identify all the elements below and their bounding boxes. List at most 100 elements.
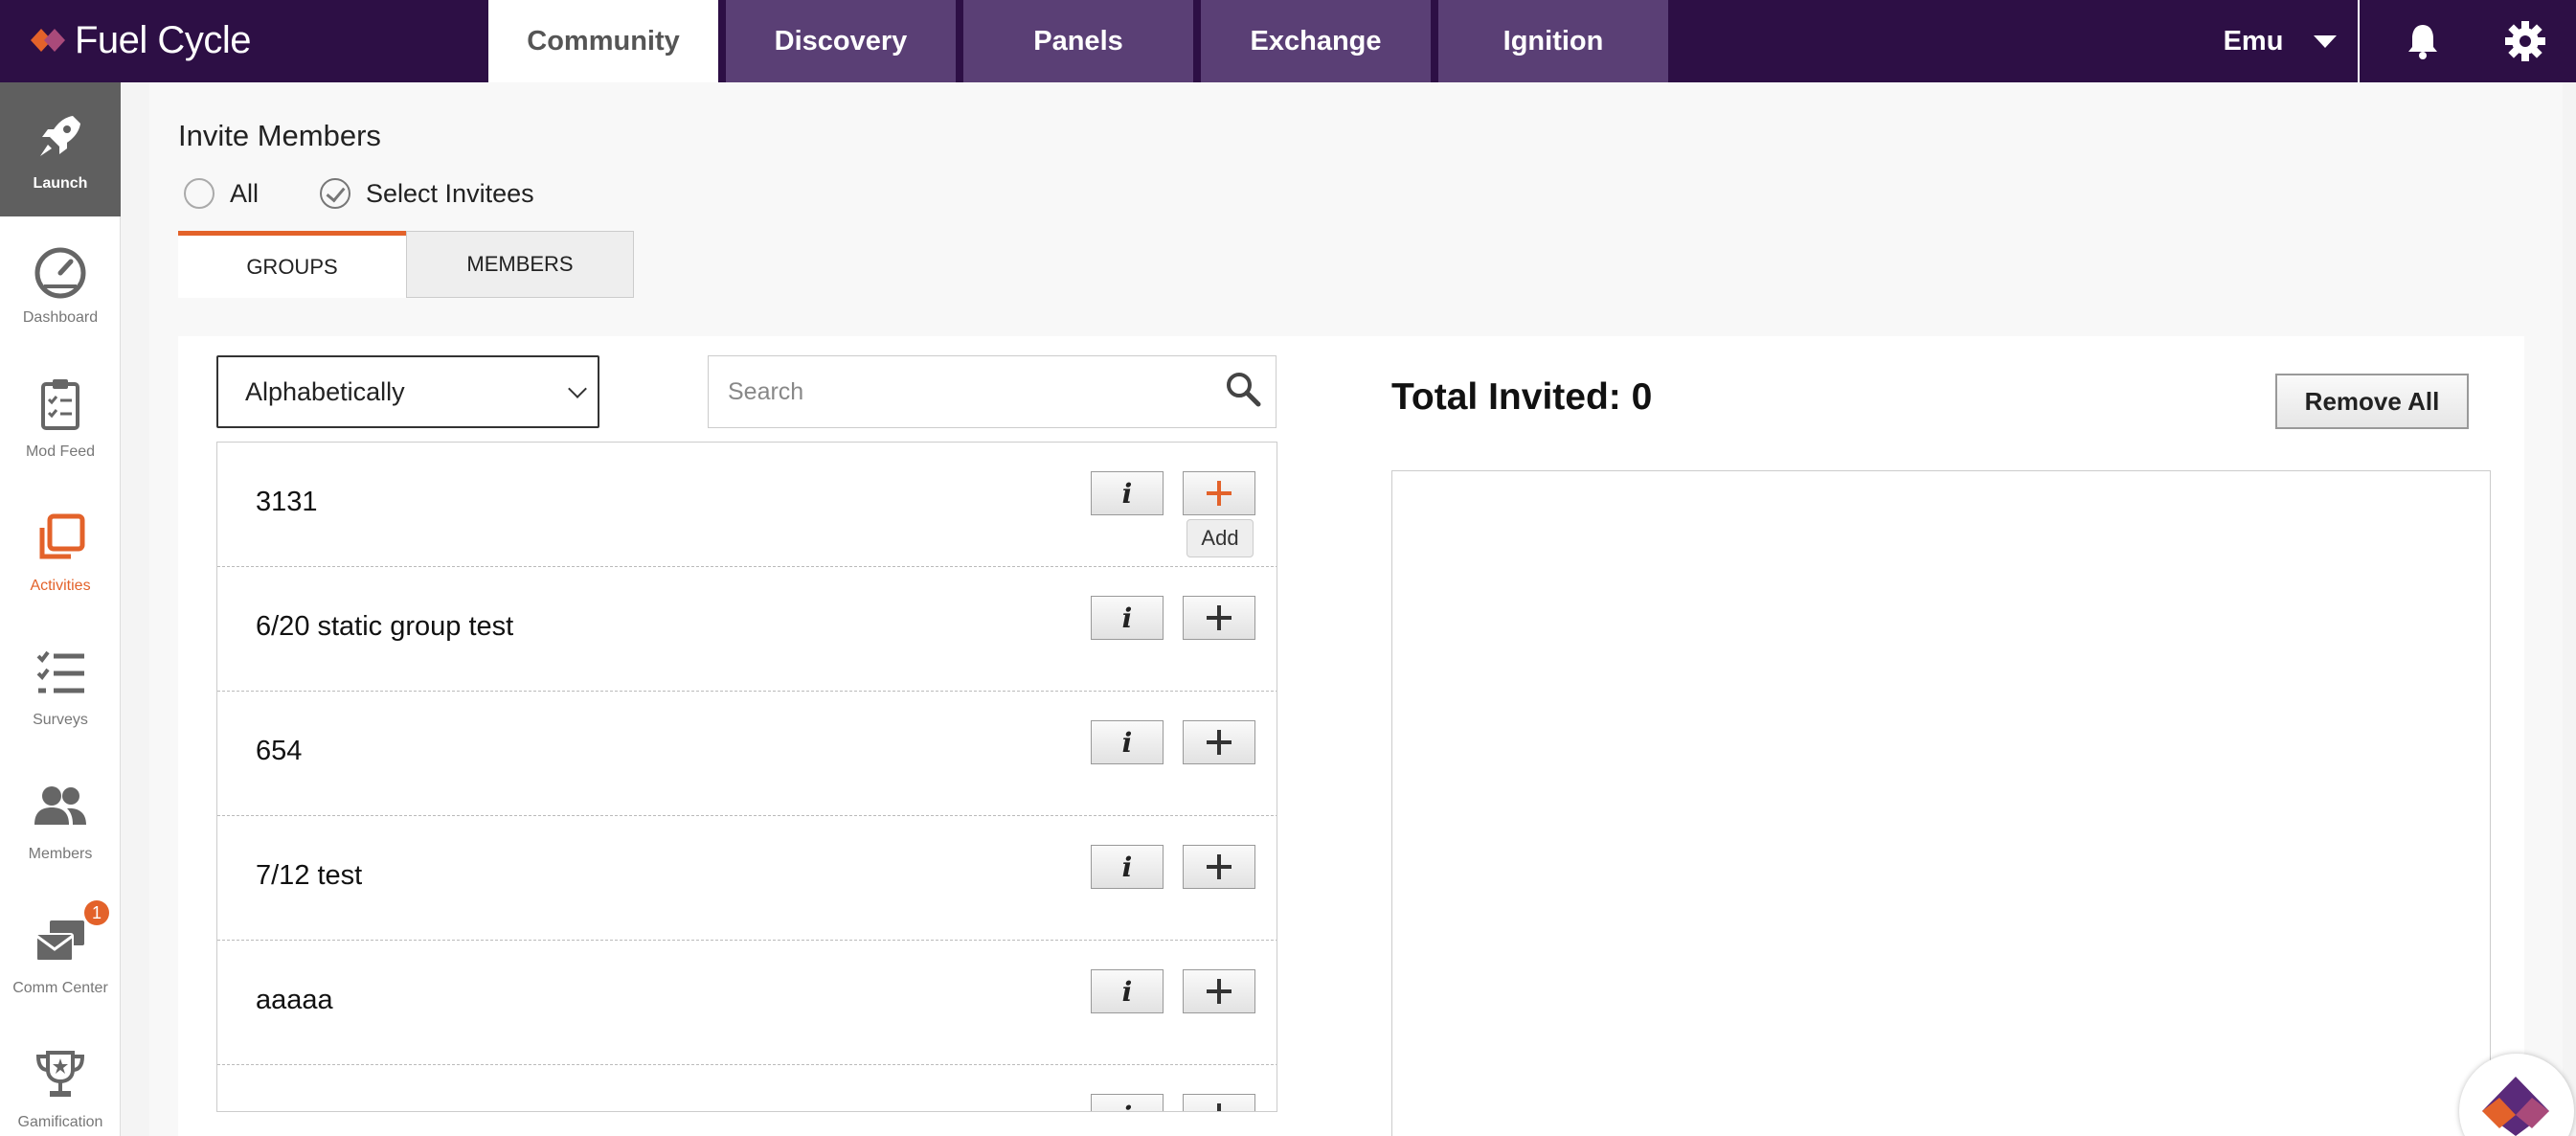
info-button[interactable]: i <box>1091 969 1164 1013</box>
tab-groups[interactable]: GROUPS <box>178 231 406 298</box>
brand-logo[interactable]: Fuel Cycle <box>27 17 251 63</box>
sidebar-item-launch[interactable]: Launch <box>0 82 121 216</box>
notification-badge: 1 <box>84 900 109 925</box>
user-menu[interactable]: Emu <box>2203 0 2360 82</box>
info-icon: i <box>1122 1101 1133 1112</box>
main-content: Invite Members All Select Invitees GROUP… <box>149 82 2563 1136</box>
radio-all[interactable] <box>184 178 215 209</box>
group-name: 3131 <box>256 487 318 517</box>
sidebar-item-mod-feed[interactable]: Mod Feed <box>0 351 121 485</box>
add-button[interactable] <box>1183 596 1255 640</box>
layers-icon <box>39 513 85 559</box>
rocket-icon <box>40 116 80 156</box>
sidebar-item-label: Surveys <box>33 712 88 728</box>
list-item: 654 i <box>217 692 1277 816</box>
plus-icon <box>1207 979 1232 1004</box>
gauge-icon <box>34 247 86 299</box>
info-button[interactable]: i <box>1091 471 1164 515</box>
plus-icon <box>1207 1103 1232 1111</box>
sidebar-item-label: Activities <box>30 578 91 594</box>
invite-panel: Alphabetically Search 3131 i Add 6/20 st… <box>178 336 2524 1136</box>
top-nav-bar: Fuel Cycle Community Discovery Panels Ex… <box>0 0 2576 82</box>
plus-icon <box>1207 481 1232 506</box>
group-name: aaaaa <box>256 985 333 1015</box>
add-button[interactable] <box>1183 1094 1255 1111</box>
sidebar-item-dashboard[interactable]: Dashboard <box>0 216 121 351</box>
group-name: 6/20 static group test <box>256 611 514 642</box>
info-button[interactable]: i <box>1091 720 1164 764</box>
info-icon: i <box>1121 477 1133 510</box>
sidebar-item-comm-center[interactable]: 1 Comm Center <box>0 887 121 1021</box>
gear-icon[interactable] <box>2501 17 2549 65</box>
fuel-cycle-logo-icon <box>31 29 65 52</box>
total-invited-count: Total Invited: 0 <box>1391 376 1653 418</box>
caret-down-icon <box>2314 34 2338 48</box>
chevron-down-icon <box>568 379 587 398</box>
add-button[interactable] <box>1183 969 1255 1013</box>
trophy-icon <box>35 1051 85 1097</box>
info-icon: i <box>1121 602 1133 634</box>
add-button[interactable] <box>1183 845 1255 889</box>
tab-members[interactable]: MEMBERS <box>406 231 634 298</box>
info-icon: i <box>1121 726 1133 759</box>
sidebar-item-surveys[interactable]: Surveys <box>0 619 121 753</box>
radio-all-label[interactable]: All <box>230 179 259 209</box>
radio-select-invitees-label[interactable]: Select Invitees <box>366 179 534 209</box>
tab-label: GROUPS <box>246 254 338 279</box>
sidebar: Launch Dashboard Mod Feed Activities Sur… <box>0 82 121 1136</box>
list-item: 7/12 test i <box>217 816 1277 941</box>
people-icon <box>34 786 86 825</box>
sort-select[interactable]: Alphabetically <box>216 355 599 428</box>
checklist-icon <box>36 650 84 693</box>
list-item: i <box>217 1065 1277 1112</box>
groups-list: 3131 i Add 6/20 static group test i 654 … <box>216 442 1277 1112</box>
brand-name: Fuel Cycle <box>75 18 251 61</box>
plus-icon <box>1207 605 1232 630</box>
sidebar-item-label: Comm Center <box>12 980 108 996</box>
search-placeholder: Search <box>728 377 804 405</box>
tab-label: Ignition <box>1503 25 1604 57</box>
sidebar-item-label: Dashboard <box>22 309 99 326</box>
radio-select-invitees[interactable] <box>320 178 351 209</box>
sidebar-item-label: Gamification <box>17 1114 103 1130</box>
group-name: 654 <box>256 736 303 766</box>
page-title: Invite Members <box>178 119 381 152</box>
info-button[interactable]: i <box>1091 596 1164 640</box>
info-icon: i <box>1121 851 1133 883</box>
tab-label: Discovery <box>774 25 908 57</box>
sidebar-item-label: Launch <box>33 175 88 192</box>
tab-label: Panels <box>1033 25 1123 57</box>
plus-icon <box>1207 854 1232 879</box>
envelopes-icon <box>35 920 84 962</box>
clipboard-icon <box>41 379 79 430</box>
tab-community[interactable]: Community <box>488 0 718 82</box>
invite-mode-radio-group: All Select Invitees <box>184 178 596 209</box>
search-icon[interactable] <box>1224 370 1262 408</box>
tab-label: Community <box>527 25 680 57</box>
plus-icon <box>1207 730 1232 755</box>
list-item: aaaaa i <box>217 941 1277 1065</box>
bell-icon[interactable] <box>2399 17 2447 65</box>
add-button[interactable] <box>1183 471 1255 515</box>
sidebar-item-activities[interactable]: Activities <box>0 485 121 619</box>
list-item: 6/20 static group test i <box>217 567 1277 692</box>
tab-label: Exchange <box>1250 25 1382 57</box>
add-button[interactable] <box>1183 720 1255 764</box>
tab-label: MEMBERS <box>466 252 574 276</box>
sidebar-item-members[interactable]: Members <box>0 753 121 887</box>
invited-list <box>1391 470 2491 1136</box>
tab-panels[interactable]: Panels <box>963 0 1193 82</box>
group-name: 7/12 test <box>256 860 363 891</box>
info-button[interactable]: i <box>1091 1094 1164 1112</box>
sort-selected-value: Alphabetically <box>245 376 405 406</box>
remove-all-button[interactable]: Remove All <box>2275 374 2469 429</box>
list-item: 3131 i Add <box>217 443 1277 567</box>
user-name: Emu <box>2223 25 2284 57</box>
info-button[interactable]: i <box>1091 845 1164 889</box>
tab-ignition[interactable]: Ignition <box>1438 0 1668 82</box>
add-tooltip: Add <box>1186 519 1254 557</box>
sidebar-item-gamification[interactable]: Gamification <box>0 1021 121 1136</box>
tab-discovery[interactable]: Discovery <box>726 0 956 82</box>
search-input[interactable]: Search <box>708 355 1277 428</box>
tab-exchange[interactable]: Exchange <box>1201 0 1431 82</box>
